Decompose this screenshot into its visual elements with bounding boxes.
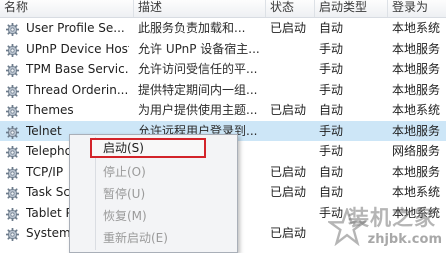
watermark: 装机之家 zhjbk.com [328, 198, 446, 251]
column-logon-header[interactable]: 登录为 [388, 0, 446, 17]
service-row[interactable]: User Profile Se... 此服务负责加载和... 已启动 自动 本地系统 [0, 18, 446, 39]
service-name: TPM Base Servic... [26, 62, 129, 76]
column-header: 名称 描述 状态 启动类型 登录为 [0, 0, 446, 18]
service-description: 允许 UPnP 设备宿主... [138, 41, 260, 56]
service-gear-icon [5, 125, 20, 139]
service-status: 已启动 [270, 226, 307, 240]
service-logon-as: 网络服务 [392, 144, 441, 158]
service-logon-as: 本地服务 [392, 41, 441, 56]
watermark-url: zhjbk.com [367, 232, 442, 247]
service-startup-type: 自动 [319, 103, 344, 117]
service-gear-icon [5, 166, 20, 180]
service-startup-type: 自动 [319, 21, 344, 35]
service-row[interactable]: UPnP Device Host 允许 UPnP 设备宿主... 手动 本地服务 [0, 39, 446, 60]
service-name: Thread Orderin... [26, 82, 129, 97]
service-startup-type: 手动 [319, 82, 344, 97]
service-status: 已启动 [270, 185, 307, 199]
service-row[interactable]: Thread Orderin... 提供特定期间内一组... 手动 本地服务 [0, 80, 446, 101]
column-name-header[interactable]: 名称 [0, 0, 134, 17]
service-gear-icon [5, 145, 20, 160]
service-name: Themes [26, 103, 74, 117]
menu-item-resume[interactable]: 恢复(M) [103, 206, 223, 226]
service-startup-type: 手动 [319, 123, 344, 138]
menu-item-pause[interactable]: 暂停(U) [103, 184, 223, 204]
column-desc-label: 描述 [138, 0, 163, 14]
service-logon-as: 本地服务 [392, 82, 441, 97]
service-row[interactable]: Themes 为用户提供使用主题... 已启动 自动 本地系统 [0, 100, 446, 121]
service-gear-icon [5, 227, 20, 242]
service-gear-icon [5, 84, 20, 98]
column-name-label: 名称 [4, 0, 29, 14]
service-gear-icon [5, 186, 20, 201]
context-menu: 启动(S) 停止(O) 暂停(U) 恢复(M) 重新启动(E) [69, 134, 238, 253]
service-gear-icon [5, 22, 20, 37]
service-name: UPnP Device Host [26, 41, 129, 56]
service-startup-type: 手动 [319, 62, 344, 76]
service-logon-as: 本地服务 [392, 164, 441, 179]
service-logon-as: 本地服务 [392, 62, 441, 76]
service-logon-as: 本地系统 [392, 103, 441, 117]
column-desc-header[interactable]: 描述 [134, 0, 266, 17]
service-logon-as: 本地系统 [392, 21, 441, 35]
service-status: 已启动 [270, 21, 307, 35]
service-gear-icon [5, 104, 20, 119]
service-status: 已启动 [270, 103, 307, 117]
service-gear-icon [5, 207, 20, 221]
column-startup-label: 启动类型 [319, 0, 368, 14]
service-description: 此服务负责加载和... [138, 21, 246, 35]
service-description: 为用户提供使用主题... [138, 103, 258, 117]
service-row[interactable]: TPM Base Servic... 允许访问受信任的平... 手动 本地服务 [0, 59, 446, 80]
watermark-logo-text: 装机之家 [348, 205, 436, 230]
menu-item-stop[interactable]: 停止(O) [103, 162, 223, 182]
menu-item-start[interactable]: 启动(S) [90, 138, 206, 158]
menu-item-restart[interactable]: 重新启动(E) [103, 228, 223, 248]
service-startup-type: 自动 [319, 164, 344, 179]
service-startup-type: 手动 [319, 144, 344, 158]
service-status: 已启动 [270, 164, 307, 179]
service-startup-type: 手动 [319, 41, 344, 56]
column-status-header[interactable]: 状态 [266, 0, 315, 17]
column-logon-label: 登录为 [392, 0, 429, 14]
service-gear-icon [5, 63, 20, 78]
service-gear-icon [5, 43, 20, 57]
service-description: 提供特定期间内一组... [138, 82, 258, 97]
service-logon-as: 本地服务 [392, 123, 441, 138]
service-description: 允许访问受信任的平... [138, 62, 258, 76]
column-startup-header[interactable]: 启动类型 [315, 0, 388, 17]
column-status-label: 状态 [270, 0, 295, 14]
service-name: User Profile Se... [26, 21, 125, 35]
